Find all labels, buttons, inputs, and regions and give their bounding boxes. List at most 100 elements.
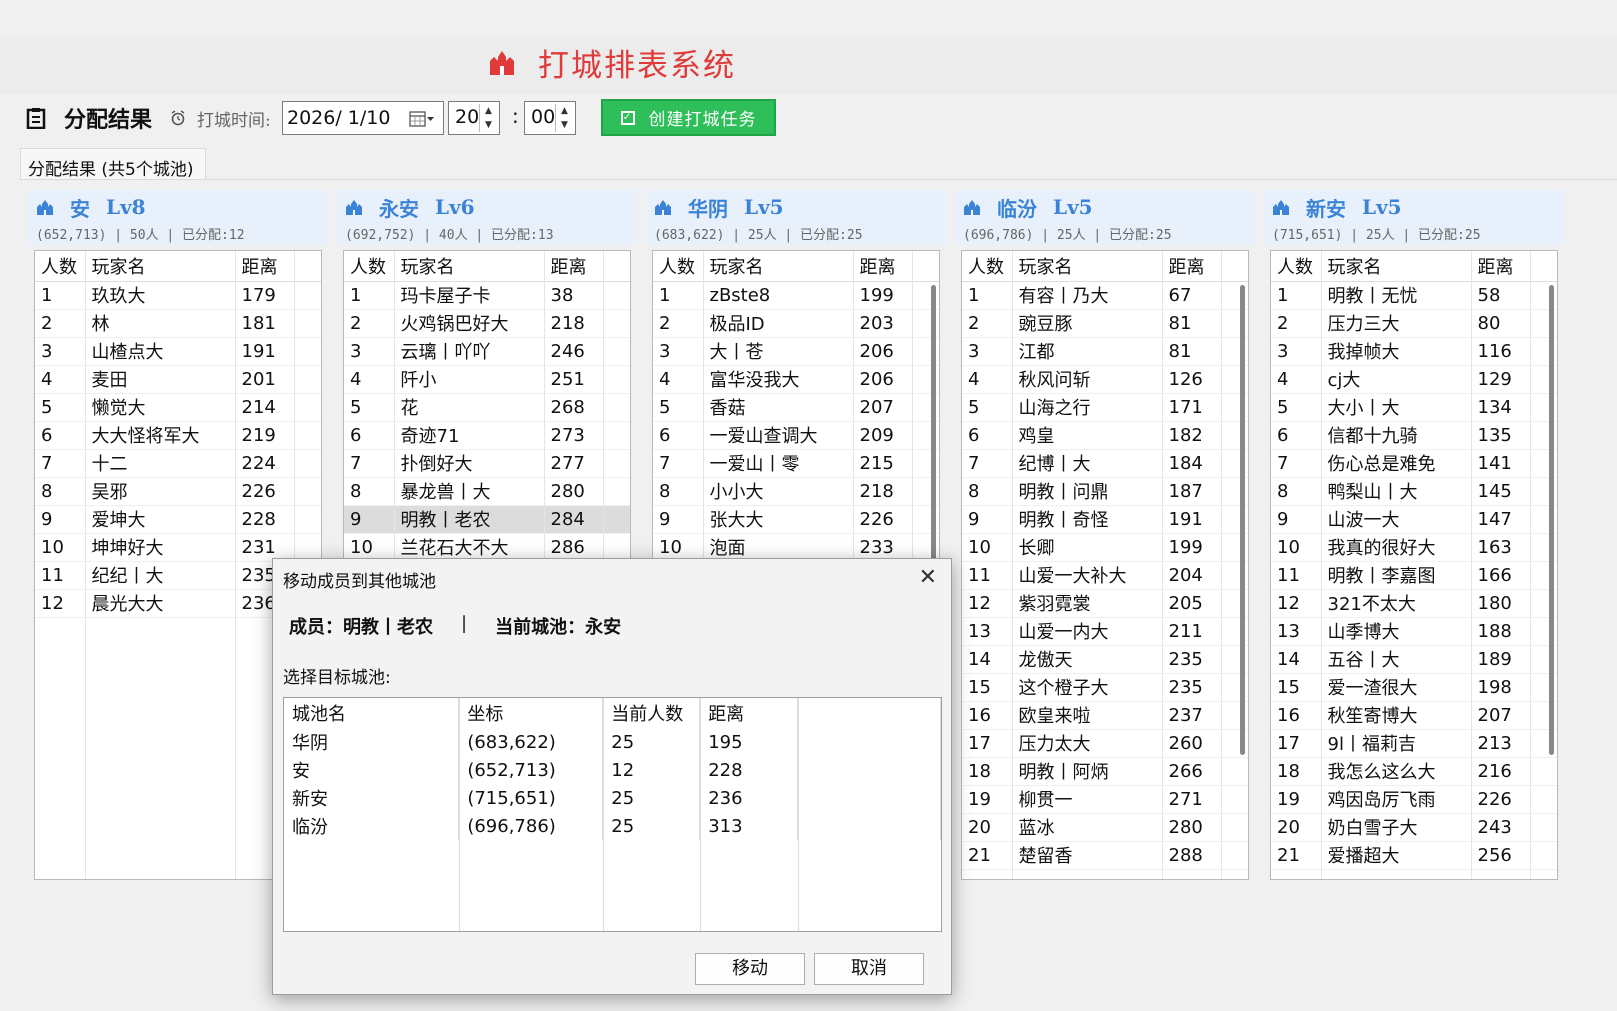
col-distance-header[interactable]: 距离 [1162,251,1222,282]
vertical-scrollbar[interactable] [1240,285,1245,755]
table-row[interactable]: 8 明教丨问鼎 187 [962,477,1248,506]
calendar-dropdown-icon[interactable] [409,110,435,128]
table-row[interactable]: 2 极品ID 203 [653,309,939,338]
col-distance-header[interactable]: 距离 [544,251,604,282]
table-row[interactable]: 5 山海之行 171 [962,393,1248,422]
target-city-grid[interactable]: 城池名 坐标 当前人数 距离 华阴 (683,622) 25 195 安 (652,713) 12… [283,697,942,932]
table-row[interactable]: 3 我掉帧大 116 [1271,337,1557,366]
col-name-header[interactable]: 玩家名 [703,251,854,282]
col-current-count-header[interactable]: 当前人数 [602,698,701,728]
table-row[interactable]: 8 暴龙兽丨大 280 [344,477,630,506]
table-row[interactable]: 20 蓝冰 280 [962,813,1248,842]
table-row[interactable]: 12 321不太大 180 [1271,589,1557,618]
minute-stepper[interactable]: 00 ▲ ▼ [524,101,576,135]
table-row[interactable]: 7 十二 224 [35,449,321,478]
table-row[interactable]: 19 鸡因岛厉飞雨 226 [1271,785,1557,814]
table-row[interactable]: 15 这个橙子大 235 [962,673,1248,702]
hour-up-icon[interactable]: ▲ [480,104,497,118]
col-name-header[interactable]: 玩家名 [1321,251,1472,282]
cancel-button[interactable]: 取消 [814,953,924,985]
table-row[interactable]: 9 山波一大 147 [1271,505,1557,534]
table-row[interactable]: 8 吴邪 226 [35,477,321,506]
table-row[interactable]: 21 楚留香 288 [962,841,1248,870]
table-row[interactable]: 5 花 268 [344,393,630,422]
table-row[interactable]: 6 信都十九骑 135 [1271,421,1557,450]
table-row[interactable]: 5 大小丨大 134 [1271,393,1557,422]
col-count-header[interactable]: 人数 [962,251,1013,282]
table-row[interactable]: 17 压力太大 260 [962,729,1248,758]
table-row[interactable]: 6 大大怪将军大 219 [35,421,321,450]
table-row[interactable]: 6 一爱山查调大 209 [653,421,939,450]
table-row[interactable]: 10 兰花石大不大 286 [344,533,630,562]
col-count-header[interactable]: 人数 [653,251,704,282]
table-row[interactable]: 4 cj大 129 [1271,365,1557,394]
member-grid[interactable]: 人数 玩家名 距离 1 有容丨乃大 67 2 豌豆豚 81 3 江都 81 4 秋风问斩 126 5 山海之行 1… [961,250,1249,880]
table-row[interactable]: 2 火鸡锅巴好大 218 [344,309,630,338]
col-count-header[interactable]: 人数 [35,251,86,282]
table-row[interactable]: 18 我怎么这么大 216 [1271,757,1557,786]
table-row[interactable]: 3 云璃丨吖吖 246 [344,337,630,366]
minute-down-icon[interactable]: ▼ [556,118,573,132]
col-count-header[interactable]: 人数 [344,251,395,282]
table-row[interactable]: 3 江都 81 [962,337,1248,366]
col-name-header[interactable]: 玩家名 [394,251,545,282]
table-row[interactable]: 1 明教丨无忧 58 [1271,281,1557,310]
col-name-header[interactable]: 玩家名 [1012,251,1163,282]
hour-stepper[interactable]: 20 ▲ ▼ [448,101,500,135]
table-row[interactable]: 4 麦田 201 [35,365,321,394]
col-name-header[interactable]: 玩家名 [85,251,236,282]
table-row[interactable]: 7 伤心总是难免 141 [1271,449,1557,478]
table-row[interactable]: 5 香菇 207 [653,393,939,422]
table-row[interactable]: 新安 (715,651) 25 236 [284,784,941,812]
table-row[interactable]: 11 明教丨李嘉图 166 [1271,561,1557,590]
table-row[interactable]: 9 张大大 226 [653,505,939,534]
table-row[interactable]: 9 明教丨奇怪 191 [962,505,1248,534]
table-row[interactable]: 7 扑倒好大 277 [344,449,630,478]
table-row[interactable]: 1 玖玖大 179 [35,281,321,310]
table-row[interactable]: 6 鸡皇 182 [962,421,1248,450]
table-row[interactable]: 9 明教丨老农 284 [344,505,630,534]
date-picker[interactable]: 2026/ 1/10 [282,101,444,135]
table-row[interactable]: 19 柳贯一 271 [962,785,1248,814]
table-row[interactable]: 13 山爱一内大 211 [962,617,1248,646]
table-row[interactable]: 2 豌豆豚 81 [962,309,1248,338]
table-row[interactable]: 4 阡小 251 [344,365,630,394]
col-distance-header[interactable]: 距离 [853,251,913,282]
table-row[interactable]: 4 秋风问斩 126 [962,365,1248,394]
table-row[interactable]: 2 林 181 [35,309,321,338]
table-row[interactable]: 20 奶白雪子大 243 [1271,813,1557,842]
table-row[interactable]: 16 秋笙寄博大 207 [1271,701,1557,730]
table-row[interactable]: 1 zBste8 199 [653,281,939,310]
table-row[interactable]: 7 一爱山丨零 215 [653,449,939,478]
col-count-header[interactable]: 人数 [1271,251,1322,282]
table-row[interactable]: 21 爱播超大 256 [1271,841,1557,870]
table-row[interactable]: 8 小小大 218 [653,477,939,506]
table-row[interactable]: 10 坤坤好大 231 [35,533,321,562]
table-row[interactable]: 11 山爱一大补大 204 [962,561,1248,590]
table-row[interactable]: 2 压力三大 80 [1271,309,1557,338]
close-icon[interactable]: ✕ [919,565,937,590]
vertical-scrollbar[interactable] [1549,285,1554,755]
table-row[interactable]: 1 有容丨乃大 67 [962,281,1248,310]
table-row[interactable]: 10 我真的很好大 163 [1271,533,1557,562]
member-grid[interactable]: 人数 玩家名 距离 1 明教丨无忧 58 2 压力三大 80 3 我掉帧大 116 4 cj大 129 5 大小… [1270,250,1558,880]
col-distance-header[interactable]: 距离 [1471,251,1531,282]
table-row[interactable]: 13 山季博大 188 [1271,617,1557,646]
table-row[interactable]: 10 长卿 199 [962,533,1248,562]
table-row[interactable]: 8 鸭梨山丨大 145 [1271,477,1557,506]
table-row[interactable]: 7 纪博丨大 184 [962,449,1248,478]
table-row[interactable]: 5 懒觉大 214 [35,393,321,422]
table-row[interactable]: 1 玛卡屋子卡 38 [344,281,630,310]
table-row[interactable]: 16 欧皇来啦 237 [962,701,1248,730]
table-row[interactable]: 3 大丨苍 206 [653,337,939,366]
table-row[interactable]: 4 富华没我大 206 [653,365,939,394]
table-row[interactable]: 安 (652,713) 12 228 [284,756,941,784]
table-row[interactable]: 3 山楂点大 191 [35,337,321,366]
table-row[interactable]: 华阴 (683,622) 25 195 [284,728,941,756]
minute-up-icon[interactable]: ▲ [556,104,573,118]
col-coord-header[interactable]: 坐标 [458,698,604,728]
col-distance-header[interactable]: 距离 [699,698,799,728]
table-row[interactable]: 9 爱坤大 228 [35,505,321,534]
table-row[interactable]: 10 泡面 233 [653,533,939,562]
table-row[interactable]: 14 五谷丨大 189 [1271,645,1557,674]
